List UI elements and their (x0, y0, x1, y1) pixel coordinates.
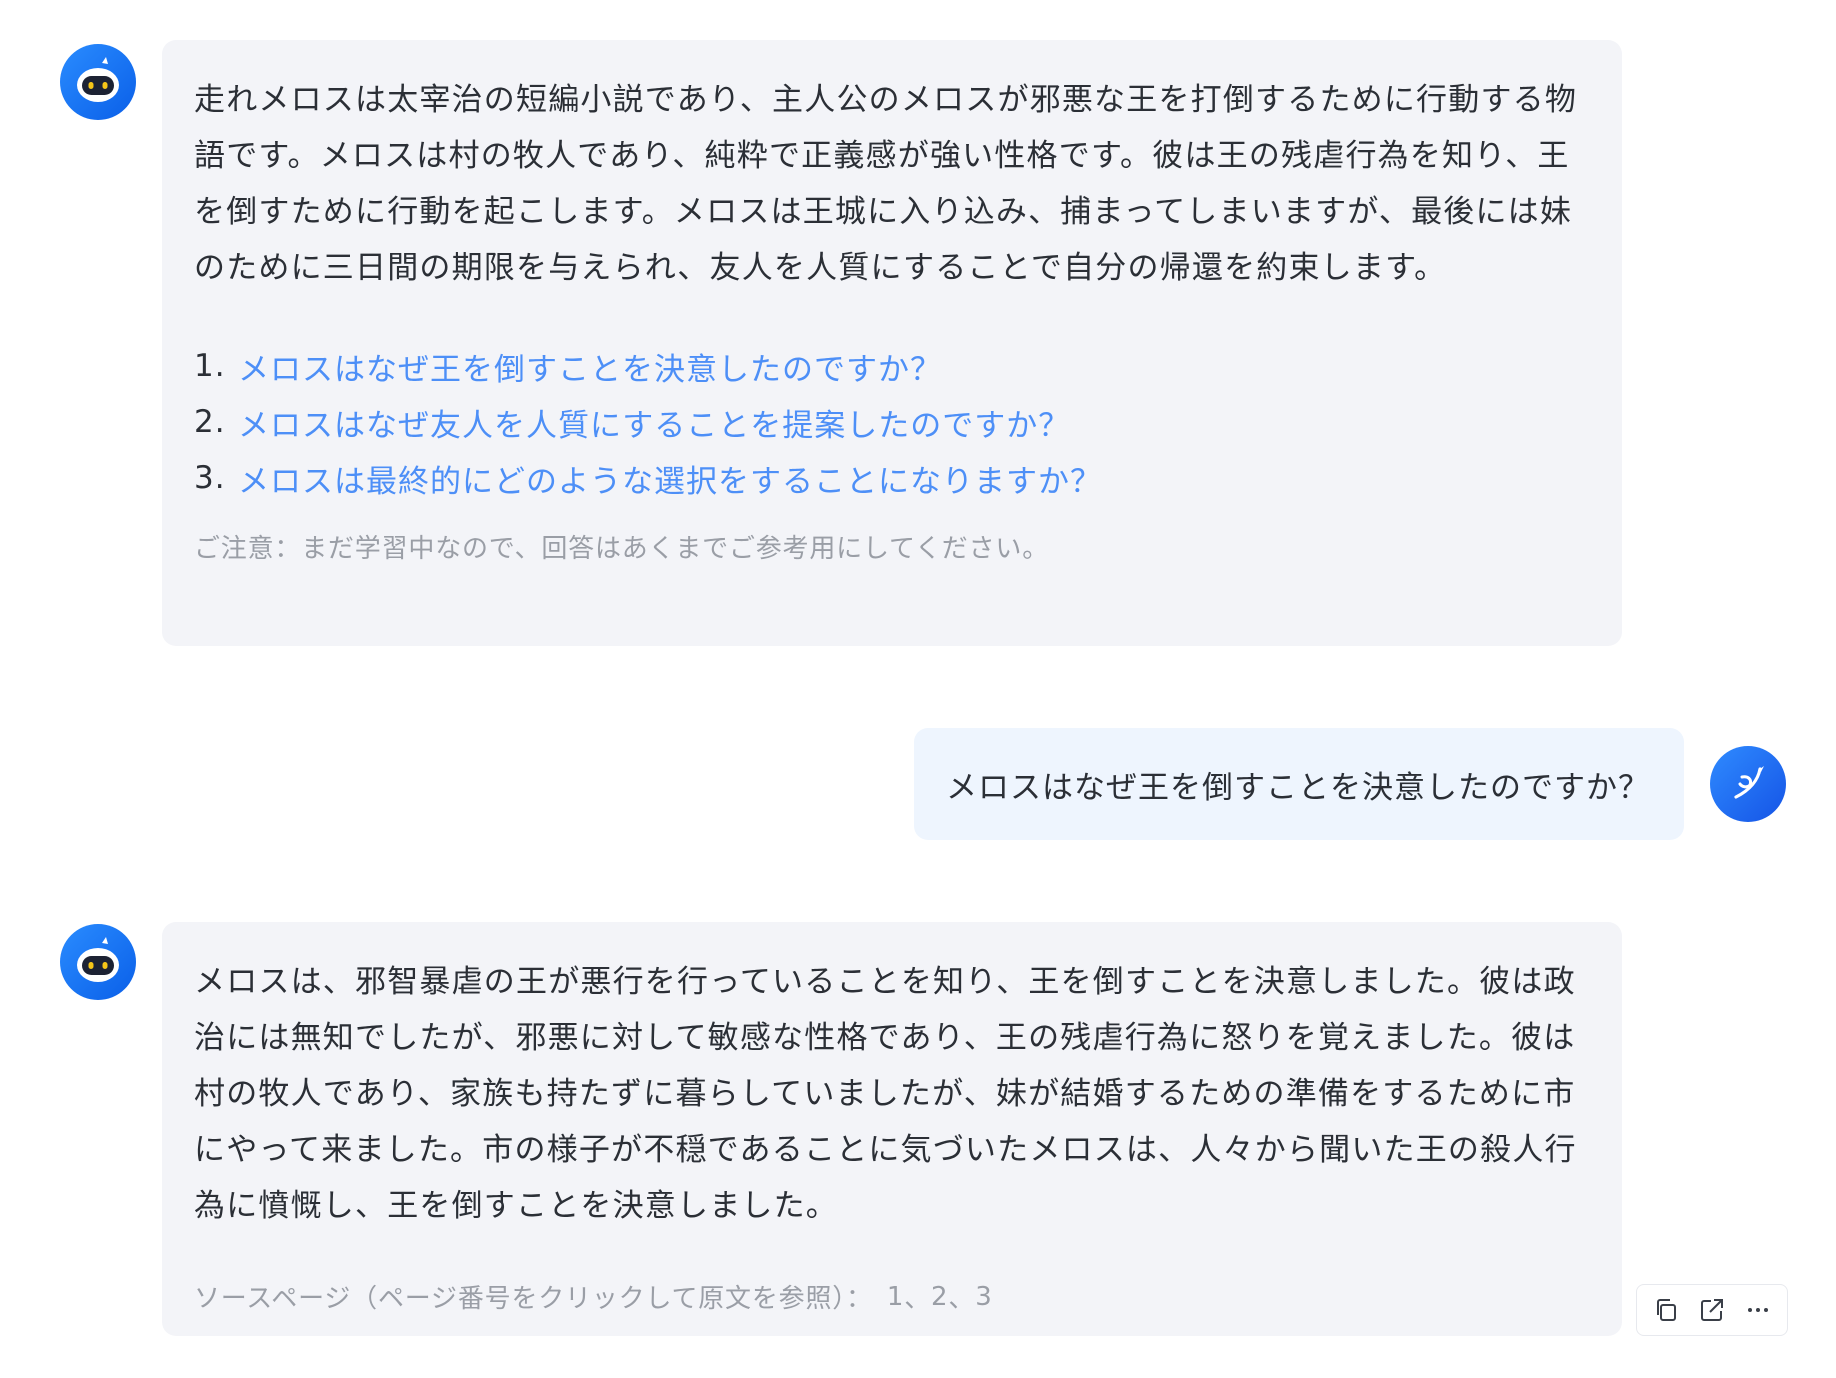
bird-icon (1734, 766, 1764, 799)
source-separator: 、 (904, 1284, 932, 1314)
suggested-question-1[interactable]: 1. メロスはなぜ王を倒すことを決意したのですか？ (194, 338, 1590, 394)
source-page-link-3[interactable]: 3 (975, 1282, 992, 1312)
open-external-button[interactable] (1692, 1290, 1732, 1330)
source-page-link-1[interactable]: 1 (887, 1282, 904, 1312)
robot-icon (77, 937, 119, 982)
bot-avatar (60, 924, 136, 1000)
open-external-icon (1701, 1299, 1723, 1321)
list-number: 2. (194, 404, 226, 440)
suggestion-link[interactable]: メロスはなぜ王を倒すことを決意したのですか？ (238, 344, 942, 389)
more-button[interactable] (1738, 1290, 1778, 1330)
chat-transcript: 走れメロスは太宰治の短編小説であり、主人公のメロスが邪悪な王を打倒するために行動… (0, 0, 1836, 1378)
source-separator: 、 (948, 1284, 976, 1314)
message-action-toolbar (1636, 1284, 1788, 1336)
suggested-question-2[interactable]: 2. メロスはなぜ友人を人質にすることを提案したのですか？ (194, 394, 1590, 450)
user-message-1: メロスはなぜ王を倒すことを決意したのですか？ (914, 728, 1684, 840)
list-number: 1. (194, 348, 226, 384)
disclaimer-note: ご注意：まだ学習中なので、回答はあくまでご参考用にしてください。 (194, 534, 1050, 564)
bot-message-2: メロスは、邪智暴虐の王が悪行を行っていることを知り、王を倒すことを決意しました。… (162, 922, 1622, 1336)
user-avatar (1710, 746, 1786, 822)
user-message-1-text: メロスはなぜ王を倒すことを決意したのですか？ (946, 769, 1650, 806)
more-icon (1748, 1308, 1768, 1312)
bot-avatar (60, 44, 136, 120)
source-page-link-2[interactable]: 2 (931, 1282, 948, 1312)
copy-button[interactable] (1646, 1290, 1686, 1330)
suggested-questions: 1. メロスはなぜ王を倒すことを決意したのですか？ 2. メロスはなぜ友人を人質… (194, 338, 1590, 506)
source-pages: ソースページ（ページ番号をクリックして原文を参照）： 1 、 2 、 3 (194, 1278, 1590, 1315)
robot-icon (77, 57, 119, 102)
suggested-question-3[interactable]: 3. メロスは最終的にどのような選択をすることになりますか？ (194, 450, 1590, 506)
bot-message-1-text: 走れメロスは太宰治の短編小説であり、主人公のメロスが邪悪な王を打倒するために行動… (194, 82, 1578, 286)
copy-icon (1657, 1299, 1676, 1321)
bot-message-1: 走れメロスは太宰治の短編小説であり、主人公のメロスが邪悪な王を打倒するために行動… (162, 40, 1622, 646)
suggestion-link[interactable]: メロスは最終的にどのような選択をすることになりますか？ (238, 456, 1102, 501)
suggestion-link[interactable]: メロスはなぜ友人を人質にすることを提案したのですか？ (238, 400, 1070, 445)
source-label: ソースページ（ページ番号をクリックして原文を参照）： (194, 1284, 873, 1314)
list-number: 3. (194, 460, 226, 496)
bot-message-2-text: メロスは、邪智暴虐の王が悪行を行っていることを知り、王を倒すことを決意しました。… (194, 964, 1577, 1224)
